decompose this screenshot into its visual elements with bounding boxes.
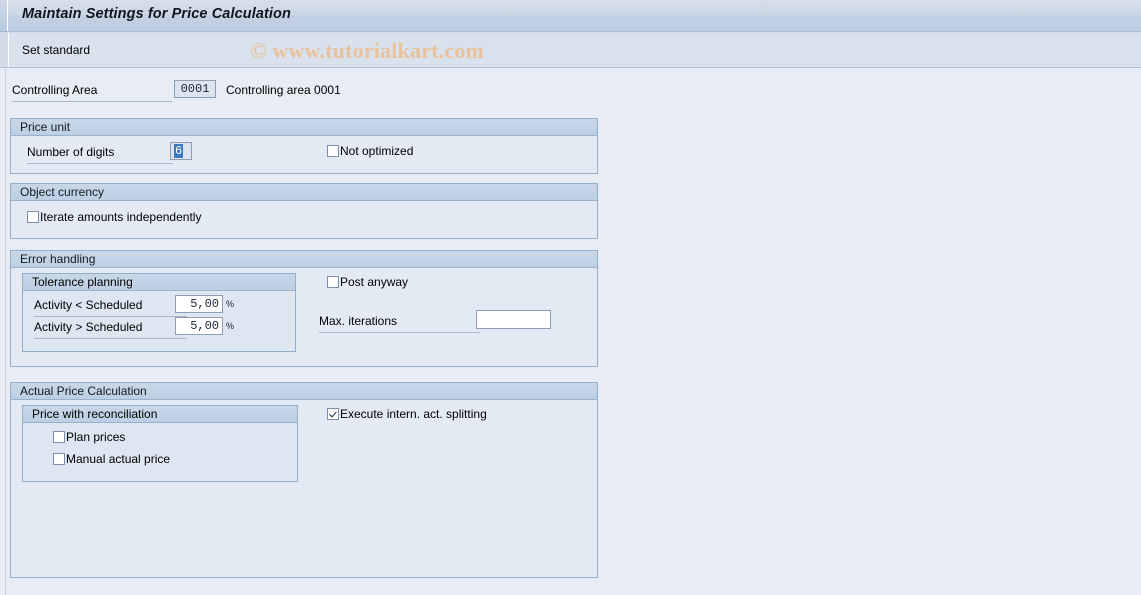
controlling-area-label: Controlling Area [12,83,98,97]
price-unit-group-header: Price unit [11,119,597,136]
manual-actual-price-checkbox-box[interactable] [53,453,65,465]
not-optimized-label: Not optimized [340,144,414,158]
object-currency-group: Object currency Iterate amounts independ… [10,183,598,239]
controlling-area-description: Controlling area 0001 [226,83,341,97]
plan-prices-checkbox-box[interactable] [53,431,65,443]
page-title: Maintain Settings for Price Calculation [22,6,291,22]
activity-greater-scheduled-input[interactable]: 5,00 [175,317,223,335]
number-of-digits-value: 6 [174,144,184,158]
execute-internal-activity-splitting-label: Execute intern. act. splitting [340,407,487,421]
error-handling-group: Error handling Tolerance planning Activi… [10,250,598,367]
toolbar-inner-panel [8,33,1141,67]
content-left-border [5,69,6,595]
manual-actual-price-checkbox[interactable]: Manual actual price [53,452,170,466]
actual-price-calculation-group-header: Actual Price Calculation [11,383,597,400]
max-iterations-label: Max. iterations [319,314,398,328]
price-unit-group: Price unit Number of digits 6 Not optimi… [10,118,598,174]
error-handling-group-title: Error handling [20,252,96,266]
max-iterations-input[interactable] [476,310,551,329]
post-anyway-label: Post anyway [340,275,409,289]
iterate-amounts-checkbox-box[interactable] [27,211,39,223]
plan-prices-label: Plan prices [66,430,126,444]
object-currency-group-header: Object currency [11,184,597,201]
post-anyway-checkbox[interactable]: Post anyway [327,275,408,289]
number-of-digits-label: Number of digits [27,145,115,159]
iterate-amounts-checkbox[interactable]: Iterate amounts independently [27,210,201,224]
tolerance-planning-subgroup: Tolerance planning Activity < Scheduled … [22,273,296,352]
price-with-reconciliation-title: Price with reconciliation [32,407,158,421]
activity-greater-scheduled-label: Activity > Scheduled [34,320,143,334]
manual-actual-price-label: Manual actual price [66,452,171,466]
price-with-reconciliation-subgroup: Price with reconciliation Plan prices Ma… [22,405,298,482]
number-of-digits-underline [27,163,173,164]
application-toolbar: Set standard [0,32,1141,68]
not-optimized-checkbox-box[interactable] [327,145,339,157]
error-handling-group-header: Error handling [11,251,597,268]
actual-price-calculation-group: Actual Price Calculation Price with reco… [10,382,598,578]
object-currency-group-title: Object currency [20,185,105,199]
controlling-area-input[interactable]: 0001 [174,80,216,98]
not-optimized-checkbox[interactable]: Not optimized [327,144,413,158]
execute-internal-activity-splitting-checkbox-box[interactable] [327,408,339,420]
iterate-amounts-label: Iterate amounts independently [40,210,202,224]
window-title-bar: Maintain Settings for Price Calculation [0,0,1141,32]
execute-internal-activity-splitting-checkbox[interactable]: Execute intern. act. splitting [327,407,487,421]
activity-less-scheduled-underline [34,316,187,317]
number-of-digits-input[interactable]: 6 [170,142,192,160]
activity-greater-scheduled-underline [34,338,187,339]
plan-prices-checkbox[interactable]: Plan prices [53,430,125,444]
tolerance-planning-header: Tolerance planning [23,274,295,291]
tolerance-planning-title: Tolerance planning [32,275,133,289]
price-with-reconciliation-header: Price with reconciliation [23,406,297,423]
controlling-area-label-underline [12,101,172,102]
watermark-text: © www.tutorialkart.com [250,38,485,63]
controlling-area-row: Controlling Area 0001 Controlling area 0… [12,80,532,102]
activity-greater-scheduled-unit: % [226,321,235,331]
set-standard-button[interactable]: Set standard [22,43,90,57]
activity-less-scheduled-label: Activity < Scheduled [34,298,143,312]
activity-less-scheduled-unit: % [226,299,235,309]
main-content-area: Controlling Area 0001 Controlling area 0… [0,69,1141,595]
title-bar-accent-stripe [0,0,8,31]
actual-price-calculation-group-title: Actual Price Calculation [20,384,147,398]
max-iterations-underline [319,332,480,333]
post-anyway-checkbox-box[interactable] [327,276,339,288]
price-unit-group-title: Price unit [20,120,71,134]
activity-less-scheduled-input[interactable]: 5,00 [175,295,223,313]
